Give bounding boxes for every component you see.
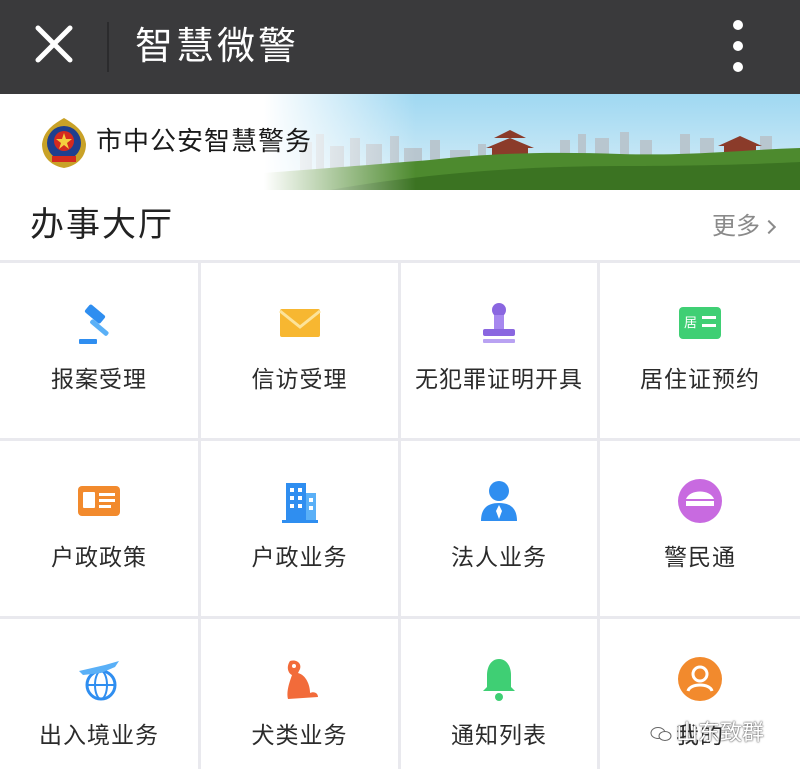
service-legal-entity[interactable]: 法人业务 (401, 441, 597, 616)
residence-card-icon: 居 (679, 307, 721, 339)
service-household-policy[interactable]: 户政政策 (0, 441, 198, 616)
service-label: 信访受理 (251, 367, 348, 393)
more-options-button[interactable] (716, 14, 760, 80)
more-link-label: 更多 (712, 212, 760, 240)
service-grid: 报案受理 信访受理 无犯罪证明开具 居 居住证预约 户政政策 户政业务 法人业务… (0, 260, 800, 769)
airplane-globe-icon (79, 661, 119, 701)
stamp-icon (483, 303, 515, 343)
banner: 市中公安智慧警务 (0, 94, 800, 190)
police-emblem-icon (42, 118, 86, 168)
service-dog-business[interactable]: 犬类业务 (201, 619, 398, 769)
more-dot (733, 41, 743, 51)
more-dots-icon (733, 20, 743, 30)
dog-icon (286, 660, 318, 699)
service-label: 法人业务 (451, 545, 547, 571)
watermark-text: 山东致群 (676, 721, 765, 746)
service-label: 报案受理 (51, 367, 147, 393)
service-label: 无犯罪证明开具 (415, 367, 583, 393)
person-icon (481, 481, 517, 521)
svg-text:居: 居 (684, 316, 697, 331)
service-no-crime-certificate[interactable]: 无犯罪证明开具 (401, 263, 597, 438)
watermark: 山东致群 (650, 718, 764, 750)
user-avatar-icon (678, 657, 722, 701)
service-label: 犬类业务 (251, 723, 348, 749)
service-label: 警民通 (664, 545, 736, 571)
section-title: 办事大厅 (30, 205, 174, 245)
service-label: 户政业务 (251, 545, 348, 571)
close-button[interactable] (22, 15, 86, 79)
chevron-right-icon (761, 219, 777, 235)
envelope-icon (278, 309, 321, 337)
building-icon (281, 483, 318, 523)
service-police-public[interactable]: 警民通 (600, 441, 800, 616)
id-card-icon (78, 486, 120, 516)
service-report-case[interactable]: 报案受理 (0, 263, 198, 438)
service-label: 出入境业务 (39, 723, 159, 749)
title-bar: 智慧微警 (0, 0, 800, 94)
police-cap-icon (678, 479, 722, 523)
page-title: 智慧微警 (135, 24, 300, 68)
more-link[interactable]: 更多 (712, 208, 777, 244)
title-divider (107, 22, 109, 72)
gavel-icon (79, 304, 109, 344)
service-label: 居住证预约 (640, 367, 760, 393)
section-header: 办事大厅 更多 (0, 190, 800, 260)
service-notification-list[interactable]: 通知列表 (401, 619, 597, 769)
service-petition[interactable]: 信访受理 (201, 263, 398, 438)
wechat-icon (650, 727, 672, 741)
service-residence-permit[interactable]: 居 居住证预约 (600, 263, 800, 438)
bell-icon (483, 659, 515, 701)
service-label: 户政政策 (51, 545, 147, 571)
more-dot (733, 62, 743, 72)
organization-name: 市中公安智慧警务 (96, 127, 313, 157)
service-label: 通知列表 (451, 723, 547, 749)
service-entry-exit[interactable]: 出入境业务 (0, 619, 198, 769)
close-icon (35, 25, 73, 63)
service-household-business[interactable]: 户政业务 (201, 441, 398, 616)
